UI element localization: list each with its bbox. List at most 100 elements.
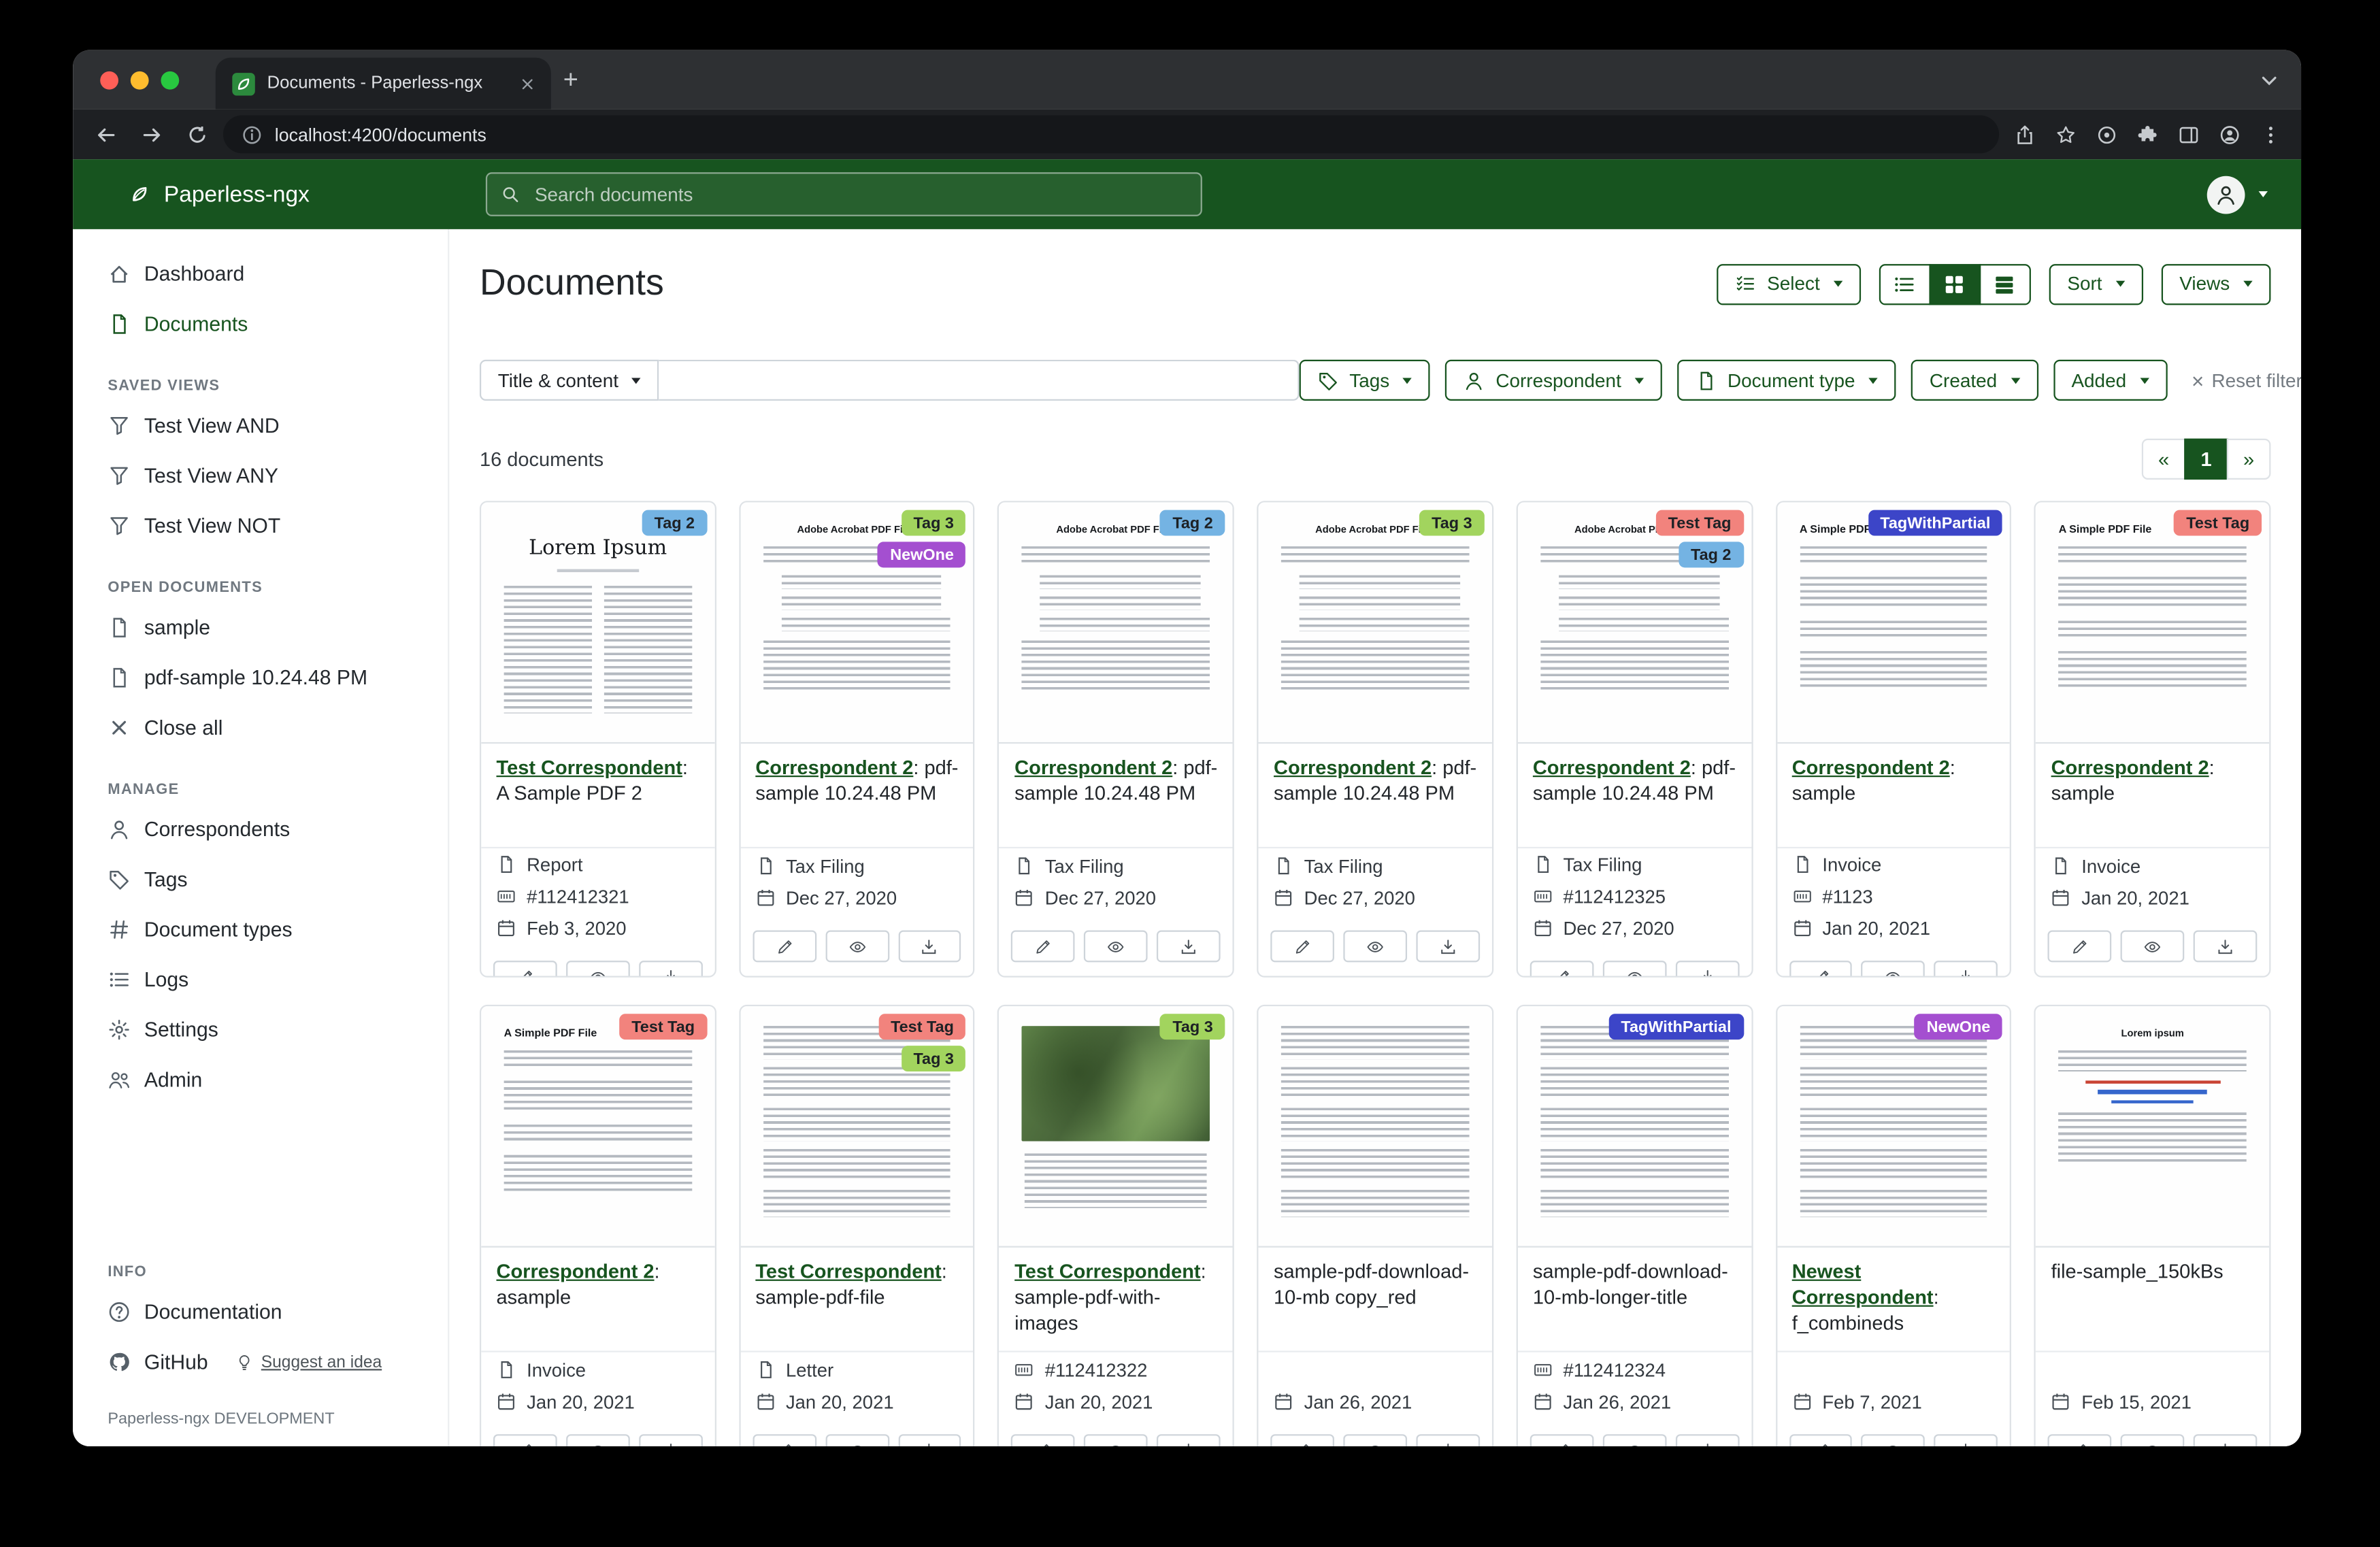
document-title-link[interactable]: Newest Correspondent: f_combineds [1776,1248,2010,1352]
view-document-button[interactable] [1343,931,1406,963]
view-document-button[interactable] [1602,961,1666,978]
sidebar-item-sample[interactable]: sample [73,603,448,653]
sidebar-item-admin[interactable]: Admin [73,1054,448,1105]
edit-document-button[interactable] [1530,1434,1593,1446]
download-document-button[interactable] [1934,961,1998,978]
pagination-next-button[interactable]: » [2227,439,2271,480]
document-correspondent-link[interactable]: Correspondent 2 [1274,756,1432,778]
browser-tab[interactable]: Documents - Paperless-ngx [216,58,551,110]
tag-badge-tagwithpartial[interactable]: TagWithPartial [1868,510,2002,536]
tag-badge-newone[interactable]: NewOne [1915,1014,2002,1039]
view-document-button[interactable] [1085,1434,1148,1446]
edit-document-button[interactable] [1012,1434,1075,1446]
document-title-link[interactable]: Correspondent 2: pdf-sample 10.24.48 PM [1518,744,1751,848]
document-title-link[interactable]: Test Correspondent: A Sample PDF 2 [481,744,714,848]
select-button[interactable]: Select [1717,263,1861,304]
document-correspondent-link[interactable]: Test Correspondent [497,756,682,778]
view-document-button[interactable] [2121,931,2184,963]
tag-badge-test-tag[interactable]: Test Tag [878,1014,966,1039]
filter-document-type-button[interactable]: Document type [1677,360,1896,401]
document-thumbnail[interactable]: A Simple PDF FileTest Tag [481,1006,714,1248]
document-title-link[interactable]: Correspondent 2: sample [2036,744,2269,848]
back-button[interactable] [96,124,117,145]
edit-document-button[interactable] [1789,1434,1852,1446]
document-thumbnail[interactable]: Lorem IpsumTag 2 [481,502,714,744]
browser-profile-icon[interactable] [2219,124,2241,145]
sort-button[interactable]: Sort [2049,263,2143,304]
sidebar-item-settings[interactable]: Settings [73,1005,448,1055]
document-title-link[interactable]: Correspondent 2: pdf-sample 10.24.48 PM [1259,744,1492,848]
edit-document-button[interactable] [1271,931,1334,963]
reload-button[interactable] [186,124,208,145]
bookmark-star-icon[interactable] [2055,124,2077,145]
download-document-button[interactable] [2194,931,2257,963]
document-correspondent-link[interactable]: Correspondent 2 [1014,756,1172,778]
tag-badge-tag-2[interactable]: Tag 2 [1679,542,1743,567]
document-title-link[interactable]: Correspondent 2: asample [481,1248,714,1352]
document-title-link[interactable]: file-sample_150kBs [2036,1248,2269,1352]
sidebar-item-test-view-any[interactable]: Test View ANY [73,451,448,501]
document-thumbnail[interactable]: TagWithPartial [1518,1006,1751,1248]
tag-badge-test-tag[interactable]: Test Tag [619,1014,707,1039]
tag-badge-tag-3[interactable]: Tag 3 [902,510,966,536]
tab-search-chevron-icon[interactable] [2259,69,2280,90]
user-menu[interactable] [2207,176,2268,214]
filter-field-dropdown[interactable]: Title & content [480,360,659,401]
document-title-link[interactable]: sample-pdf-download-10-mb copy_red [1259,1248,1492,1352]
extensions-puzzle-icon[interactable] [2137,124,2158,145]
tag-badge-newone[interactable]: NewOne [878,542,965,567]
tag-badge-tag-3[interactable]: Tag 3 [1419,510,1484,536]
sidebar-item-test-view-and[interactable]: Test View AND [73,401,448,451]
edit-document-button[interactable] [1530,961,1593,978]
filter-correspondent-button[interactable]: Correspondent [1446,360,1662,401]
download-document-button[interactable] [1416,1434,1479,1446]
document-correspondent-link[interactable]: Test Correspondent [1014,1260,1200,1282]
document-correspondent-link[interactable]: Test Correspondent [755,1260,941,1282]
download-document-button[interactable] [639,1434,702,1446]
document-thumbnail[interactable]: Test TagTag 3 [740,1006,974,1248]
tag-badge-tag-2[interactable]: Tag 2 [1160,510,1225,536]
edit-document-button[interactable] [493,961,557,978]
download-document-button[interactable] [1157,1434,1220,1446]
view-document-button[interactable] [566,1434,629,1446]
edit-document-button[interactable] [1012,931,1075,963]
sidebar-item-documents[interactable]: Documents [73,299,448,349]
download-document-button[interactable] [639,961,702,978]
browser-menu-kebab-icon[interactable] [2260,124,2281,145]
document-thumbnail[interactable]: NewOne [1776,1006,2010,1248]
download-document-button[interactable] [1934,1434,1998,1446]
detail-view-button[interactable] [1979,263,2031,304]
window-zoom-button[interactable] [161,71,179,89]
document-correspondent-link[interactable]: Correspondent 2 [497,1260,655,1282]
document-correspondent-link[interactable]: Correspondent 2 [1533,756,1691,778]
forward-button[interactable] [141,124,162,145]
sidebar-item-logs[interactable]: Logs [73,954,448,1005]
sidebar-item-documentation[interactable]: Documentation [73,1287,448,1337]
tag-badge-test-tag[interactable]: Test Tag [1656,510,1744,536]
edit-document-button[interactable] [1271,1434,1334,1446]
download-document-button[interactable] [1416,931,1479,963]
sidebar-item-test-view-not[interactable]: Test View NOT [73,501,448,551]
sidebar-item-tags[interactable]: Tags [73,854,448,905]
edit-document-button[interactable] [1789,961,1852,978]
window-minimize-button[interactable] [131,71,149,89]
view-document-button[interactable] [825,931,889,963]
sidebar-item-github[interactable]: GitHubSuggest an idea [73,1337,448,1387]
tag-badge-tagwithpartial[interactable]: TagWithPartial [1609,1014,1744,1039]
side-panel-icon[interactable] [2178,124,2199,145]
sidebar-item-document-types[interactable]: Document types [73,905,448,955]
edit-document-button[interactable] [493,1434,557,1446]
document-correspondent-link[interactable]: Newest Correspondent [1792,1260,1934,1308]
document-correspondent-link[interactable]: Correspondent 2 [2051,756,2209,778]
view-document-button[interactable] [1862,1434,1925,1446]
document-thumbnail[interactable]: Adobe Acrobat PDF FilesTag 3NewOne [740,502,974,744]
pagination-page-1-button[interactable]: 1 [2184,439,2228,480]
document-correspondent-link[interactable]: Correspondent 2 [1792,756,1950,778]
address-bar[interactable]: localhost:4200/documents [223,116,1999,154]
view-document-button[interactable] [2121,1434,2184,1446]
edit-document-button[interactable] [753,1434,816,1446]
download-document-button[interactable] [1675,961,1738,978]
document-title-link[interactable]: Test Correspondent: sample-pdf-file [740,1248,974,1352]
document-thumbnail[interactable]: A Simple PDF FileTest Tag [2036,502,2269,744]
pagination-prev-button[interactable]: « [2142,439,2186,480]
